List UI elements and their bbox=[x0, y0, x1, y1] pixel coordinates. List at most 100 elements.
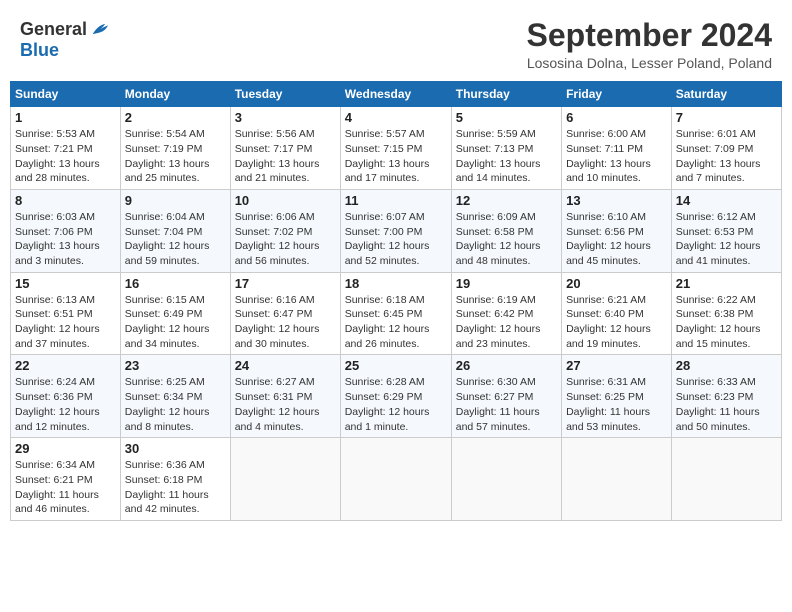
day-number: 12 bbox=[456, 193, 557, 208]
day-header-monday: Monday bbox=[120, 82, 230, 107]
day-info-text: Sunrise: 6:18 AM Sunset: 6:45 PM Dayligh… bbox=[345, 293, 447, 352]
day-info-text: Sunrise: 6:15 AM Sunset: 6:49 PM Dayligh… bbox=[125, 293, 226, 352]
calendar-cell: 4 Sunrise: 5:57 AM Sunset: 7:15 PM Daylig… bbox=[340, 107, 451, 190]
calendar-cell: 23Sunrise: 6:25 AM Sunset: 6:34 PM Dayli… bbox=[120, 355, 230, 438]
calendar-cell: 13 Sunrise: 6:10 AM Sunset: 6:56 PM Dayli… bbox=[562, 189, 672, 272]
calendar-cell bbox=[671, 438, 781, 521]
day-number: 4 bbox=[345, 110, 447, 125]
logo-blue-text: Blue bbox=[20, 40, 59, 61]
day-number: 24 bbox=[235, 358, 336, 373]
day-header-friday: Friday bbox=[562, 82, 672, 107]
day-number: 7 bbox=[676, 110, 777, 125]
calendar-week-row: 29Sunrise: 6:34 AM Sunset: 6:21 PM Dayli… bbox=[11, 438, 782, 521]
calendar-cell: 8 Sunrise: 6:03 AM Sunset: 7:06 PM Daylig… bbox=[11, 189, 121, 272]
day-header-tuesday: Tuesday bbox=[230, 82, 340, 107]
calendar-header-row: SundayMondayTuesdayWednesdayThursdayFrid… bbox=[11, 82, 782, 107]
day-number: 6 bbox=[566, 110, 667, 125]
day-number: 2 bbox=[125, 110, 226, 125]
calendar-cell: 2 Sunrise: 5:54 AM Sunset: 7:19 PM Daylig… bbox=[120, 107, 230, 190]
calendar-cell: 10Sunrise: 6:06 AM Sunset: 7:02 PM Dayli… bbox=[230, 189, 340, 272]
calendar-week-row: 15 Sunrise: 6:13 AM Sunset: 6:51 PM Dayli… bbox=[11, 272, 782, 355]
calendar-cell: 21 Sunrise: 6:22 AM Sunset: 6:38 PM Dayli… bbox=[671, 272, 781, 355]
calendar-table: SundayMondayTuesdayWednesdayThursdayFrid… bbox=[10, 81, 782, 521]
day-info-text: Sunrise: 5:53 AM Sunset: 7:21 PM Dayligh… bbox=[15, 127, 116, 186]
day-info-text: Sunrise: 6:01 AM Sunset: 7:09 PM Dayligh… bbox=[676, 127, 777, 186]
calendar-cell: 12 Sunrise: 6:09 AM Sunset: 6:58 PM Dayli… bbox=[451, 189, 561, 272]
calendar-cell: 30 Sunrise: 6:36 AM Sunset: 6:18 PM Dayli… bbox=[120, 438, 230, 521]
day-number: 11 bbox=[345, 193, 447, 208]
calendar-cell: 7 Sunrise: 6:01 AM Sunset: 7:09 PM Daylig… bbox=[671, 107, 781, 190]
calendar-cell bbox=[562, 438, 672, 521]
calendar-cell bbox=[340, 438, 451, 521]
day-info-text: Sunrise: 6:10 AM Sunset: 6:56 PM Dayligh… bbox=[566, 210, 667, 269]
calendar-cell: 18 Sunrise: 6:18 AM Sunset: 6:45 PM Dayli… bbox=[340, 272, 451, 355]
day-info-text: Sunrise: 6:21 AM Sunset: 6:40 PM Dayligh… bbox=[566, 293, 667, 352]
day-info-text: Sunrise: 6:22 AM Sunset: 6:38 PM Dayligh… bbox=[676, 293, 777, 352]
calendar-week-row: 8 Sunrise: 6:03 AM Sunset: 7:06 PM Daylig… bbox=[11, 189, 782, 272]
day-info-text: Sunrise: 5:54 AM Sunset: 7:19 PM Dayligh… bbox=[125, 127, 226, 186]
location-text: Lososina Dolna, Lesser Poland, Poland bbox=[527, 55, 772, 71]
day-info-text: Sunrise: 6:19 AM Sunset: 6:42 PM Dayligh… bbox=[456, 293, 557, 352]
day-info-text: Sunrise: 6:13 AM Sunset: 6:51 PM Dayligh… bbox=[15, 293, 116, 352]
day-info-text: Sunrise: 6:03 AM Sunset: 7:06 PM Dayligh… bbox=[15, 210, 116, 269]
calendar-cell: 24 Sunrise: 6:27 AM Sunset: 6:31 PM Dayli… bbox=[230, 355, 340, 438]
day-number: 16 bbox=[125, 276, 226, 291]
day-number: 22 bbox=[15, 358, 116, 373]
day-number: 28 bbox=[676, 358, 777, 373]
day-number: 1 bbox=[15, 110, 116, 125]
day-number: 25 bbox=[345, 358, 447, 373]
day-header-sunday: Sunday bbox=[11, 82, 121, 107]
calendar-week-row: 22 Sunrise: 6:24 AM Sunset: 6:36 PM Dayli… bbox=[11, 355, 782, 438]
calendar-cell bbox=[230, 438, 340, 521]
calendar-cell: 3 Sunrise: 5:56 AM Sunset: 7:17 PM Daylig… bbox=[230, 107, 340, 190]
calendar-cell: 11 Sunrise: 6:07 AM Sunset: 7:00 PM Dayli… bbox=[340, 189, 451, 272]
day-number: 8 bbox=[15, 193, 116, 208]
day-number: 5 bbox=[456, 110, 557, 125]
day-info-text: Sunrise: 6:04 AM Sunset: 7:04 PM Dayligh… bbox=[125, 210, 226, 269]
day-info-text: Sunrise: 6:31 AM Sunset: 6:25 PM Dayligh… bbox=[566, 375, 667, 434]
calendar-cell: 28 Sunrise: 6:33 AM Sunset: 6:23 PM Dayli… bbox=[671, 355, 781, 438]
day-info-text: Sunrise: 6:24 AM Sunset: 6:36 PM Dayligh… bbox=[15, 375, 116, 434]
day-info-text: Sunrise: 5:56 AM Sunset: 7:17 PM Dayligh… bbox=[235, 127, 336, 186]
day-number: 20 bbox=[566, 276, 667, 291]
month-title: September 2024 bbox=[527, 18, 772, 53]
day-number: 15 bbox=[15, 276, 116, 291]
day-info-text: Sunrise: 6:16 AM Sunset: 6:47 PM Dayligh… bbox=[235, 293, 336, 352]
calendar-cell: 9 Sunrise: 6:04 AM Sunset: 7:04 PM Daylig… bbox=[120, 189, 230, 272]
calendar-cell: 5 Sunrise: 5:59 AM Sunset: 7:13 PM Daylig… bbox=[451, 107, 561, 190]
calendar-cell: 25 Sunrise: 6:28 AM Sunset: 6:29 PM Dayli… bbox=[340, 355, 451, 438]
day-number: 18 bbox=[345, 276, 447, 291]
calendar-cell: 27Sunrise: 6:31 AM Sunset: 6:25 PM Dayli… bbox=[562, 355, 672, 438]
day-info-text: Sunrise: 6:30 AM Sunset: 6:27 PM Dayligh… bbox=[456, 375, 557, 434]
calendar-cell: 20 Sunrise: 6:21 AM Sunset: 6:40 PM Dayli… bbox=[562, 272, 672, 355]
day-number: 30 bbox=[125, 441, 226, 456]
day-info-text: Sunrise: 6:09 AM Sunset: 6:58 PM Dayligh… bbox=[456, 210, 557, 269]
day-info-text: Sunrise: 6:07 AM Sunset: 7:00 PM Dayligh… bbox=[345, 210, 447, 269]
day-info-text: Sunrise: 5:59 AM Sunset: 7:13 PM Dayligh… bbox=[456, 127, 557, 186]
day-number: 10 bbox=[235, 193, 336, 208]
day-info-text: Sunrise: 6:00 AM Sunset: 7:11 PM Dayligh… bbox=[566, 127, 667, 186]
calendar-cell: 14Sunrise: 6:12 AM Sunset: 6:53 PM Dayli… bbox=[671, 189, 781, 272]
day-info-text: Sunrise: 6:12 AM Sunset: 6:53 PM Dayligh… bbox=[676, 210, 777, 269]
day-number: 21 bbox=[676, 276, 777, 291]
day-info-text: Sunrise: 6:34 AM Sunset: 6:21 PM Dayligh… bbox=[15, 458, 116, 517]
calendar-cell: 26Sunrise: 6:30 AM Sunset: 6:27 PM Dayli… bbox=[451, 355, 561, 438]
logo: General Blue bbox=[20, 18, 111, 61]
day-info-text: Sunrise: 6:25 AM Sunset: 6:34 PM Dayligh… bbox=[125, 375, 226, 434]
calendar-cell: 15 Sunrise: 6:13 AM Sunset: 6:51 PM Dayli… bbox=[11, 272, 121, 355]
calendar-cell: 16 Sunrise: 6:15 AM Sunset: 6:49 PM Dayli… bbox=[120, 272, 230, 355]
calendar-cell: 29Sunrise: 6:34 AM Sunset: 6:21 PM Dayli… bbox=[11, 438, 121, 521]
day-info-text: Sunrise: 6:28 AM Sunset: 6:29 PM Dayligh… bbox=[345, 375, 447, 434]
day-info-text: Sunrise: 6:36 AM Sunset: 6:18 PM Dayligh… bbox=[125, 458, 226, 517]
day-header-wednesday: Wednesday bbox=[340, 82, 451, 107]
day-info-text: Sunrise: 6:33 AM Sunset: 6:23 PM Dayligh… bbox=[676, 375, 777, 434]
day-number: 17 bbox=[235, 276, 336, 291]
day-number: 9 bbox=[125, 193, 226, 208]
calendar-cell: 1 Sunrise: 5:53 AM Sunset: 7:21 PM Daylig… bbox=[11, 107, 121, 190]
logo-general-text: General bbox=[20, 19, 87, 40]
day-number: 13 bbox=[566, 193, 667, 208]
calendar-cell bbox=[451, 438, 561, 521]
day-info-text: Sunrise: 6:27 AM Sunset: 6:31 PM Dayligh… bbox=[235, 375, 336, 434]
day-info-text: Sunrise: 5:57 AM Sunset: 7:15 PM Dayligh… bbox=[345, 127, 447, 186]
day-number: 3 bbox=[235, 110, 336, 125]
